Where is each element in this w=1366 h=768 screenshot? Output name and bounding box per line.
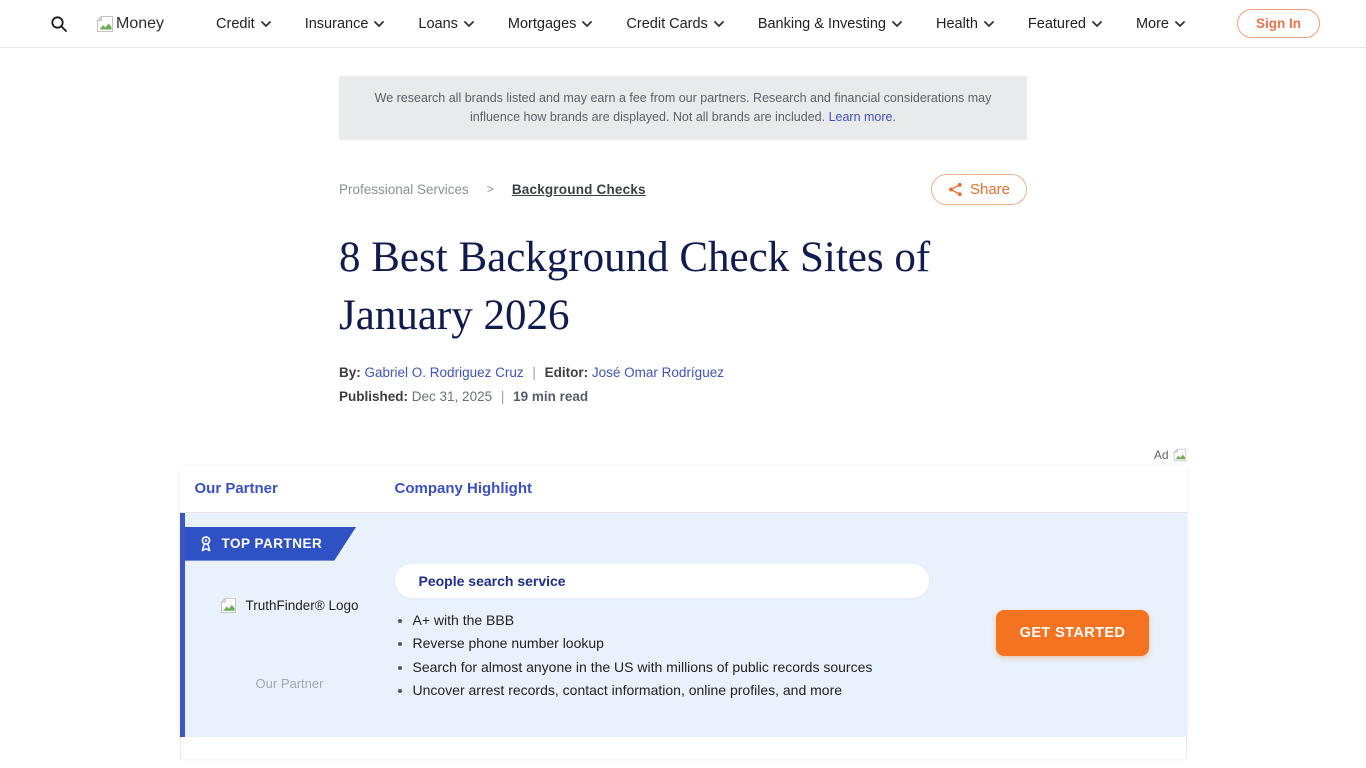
truthfinder-logo[interactable]: TruthFinder® Logo — [220, 597, 358, 614]
nav-item-more[interactable]: More — [1136, 16, 1185, 32]
share-button[interactable]: Share — [931, 174, 1027, 205]
chevron-down-icon — [261, 21, 271, 27]
nav-item-insurance[interactable]: Insurance — [305, 16, 385, 32]
published-row: Published: Dec 31, 2025 | 19 min read — [339, 389, 1027, 404]
highlight-bullet-list: A+ with the BBB Reverse phone number loo… — [413, 612, 929, 699]
nav-item-mortgages[interactable]: Mortgages — [508, 16, 593, 32]
top-navigation-bar: Money Credit Insurance Loans Mortgages C… — [0, 0, 1366, 48]
chevron-down-icon — [464, 21, 474, 27]
get-started-button[interactable]: GET STARTED — [996, 610, 1150, 656]
breadcrumb: Professional Services > Background Check… — [339, 182, 646, 197]
cta-column: GET STARTED — [959, 564, 1187, 710]
breadcrumb-row: Professional Services > Background Check… — [339, 174, 1027, 205]
sign-in-button[interactable]: Sign In — [1237, 9, 1320, 38]
logo-text: Money — [116, 15, 164, 33]
search-icon — [50, 15, 68, 33]
breadcrumb-separator: > — [487, 182, 494, 196]
top-partner-badge: TOP PARTNER — [185, 527, 357, 561]
published-date: Dec 31, 2025 — [412, 389, 492, 404]
nav-item-credit[interactable]: Credit — [216, 16, 271, 32]
partner-comparison-card: Our Partner Company Highlight TOP PARTNE… — [180, 465, 1187, 737]
nav-item-banking-investing[interactable]: Banking & Investing — [758, 16, 902, 32]
partner-card-body: TOP PARTNER TruthFinder® Logo Our Partne… — [180, 513, 1187, 737]
nav-item-health[interactable]: Health — [936, 16, 994, 32]
nav-item-featured[interactable]: Featured — [1028, 16, 1102, 32]
broken-image-icon — [1173, 448, 1187, 462]
truthfinder-logo-alt-text: TruthFinder® Logo — [245, 598, 358, 613]
search-button[interactable] — [50, 15, 68, 33]
author-link[interactable]: Gabriel O. Rodriguez Cruz — [365, 365, 524, 380]
chevron-down-icon — [984, 21, 994, 27]
chevron-down-icon — [582, 21, 592, 27]
highlight-bullet: Reverse phone number lookup — [413, 635, 929, 651]
nav-item-loans[interactable]: Loans — [418, 16, 474, 32]
chevron-down-icon — [714, 21, 724, 27]
company-highlight-column-header: Company Highlight — [395, 480, 533, 497]
highlight-bullet: Uncover arrest records, contact informat… — [413, 682, 929, 698]
disclaimer-text: We research all brands listed and may ea… — [375, 91, 992, 124]
medal-ribbon-icon — [199, 535, 213, 553]
page-title: 8 Best Background Check Sites of January… — [339, 229, 1027, 345]
advertiser-disclaimer: We research all brands listed and may ea… — [339, 76, 1027, 140]
our-partner-column-header: Our Partner — [180, 480, 395, 497]
read-time: 19 min read — [513, 389, 588, 404]
share-label: Share — [970, 181, 1010, 198]
breadcrumb-background-checks[interactable]: Background Checks — [512, 182, 646, 197]
top-partner-label: TOP PARTNER — [222, 536, 323, 551]
nav-item-credit-cards[interactable]: Credit Cards — [626, 16, 723, 32]
our-partner-caption: Our Partner — [256, 676, 324, 691]
ad-label-row: Ad — [180, 448, 1187, 465]
share-icon — [948, 182, 963, 197]
byline: By: Gabriel O. Rodriguez Cruz | Editor: … — [339, 365, 1027, 380]
breadcrumb-professional-services[interactable]: Professional Services — [339, 182, 469, 197]
published-label: Published: — [339, 389, 408, 404]
chevron-down-icon — [374, 21, 384, 27]
editor-label: Editor: — [545, 365, 589, 380]
ad-label: Ad — [1154, 448, 1169, 462]
service-category-pill: People search service — [395, 564, 929, 598]
chevron-down-icon — [1175, 21, 1185, 27]
highlight-bullet: Search for almost anyone in the US with … — [413, 659, 929, 675]
partner-logo-column: TruthFinder® Logo Our Partner — [185, 564, 395, 710]
disclaimer-period: . — [893, 110, 896, 124]
by-label: By: — [339, 365, 361, 380]
partner-card-header: Our Partner Company Highlight — [180, 465, 1187, 513]
editor-link[interactable]: José Omar Rodríguez — [592, 365, 724, 380]
chevron-down-icon — [1092, 21, 1102, 27]
published-separator: | — [501, 389, 505, 404]
company-highlight-column: People search service A+ with the BBB Re… — [395, 564, 959, 710]
next-partner-row-partial — [180, 737, 1187, 759]
broken-image-icon — [96, 15, 114, 33]
main-menu: Credit Insurance Loans Mortgages Credit … — [164, 16, 1237, 32]
byline-separator: | — [532, 365, 536, 380]
money-logo[interactable]: Money — [96, 15, 164, 33]
broken-image-icon — [220, 597, 237, 614]
chevron-down-icon — [892, 21, 902, 27]
highlight-bullet: A+ with the BBB — [413, 612, 929, 628]
learn-more-link[interactable]: Learn more — [829, 110, 893, 124]
